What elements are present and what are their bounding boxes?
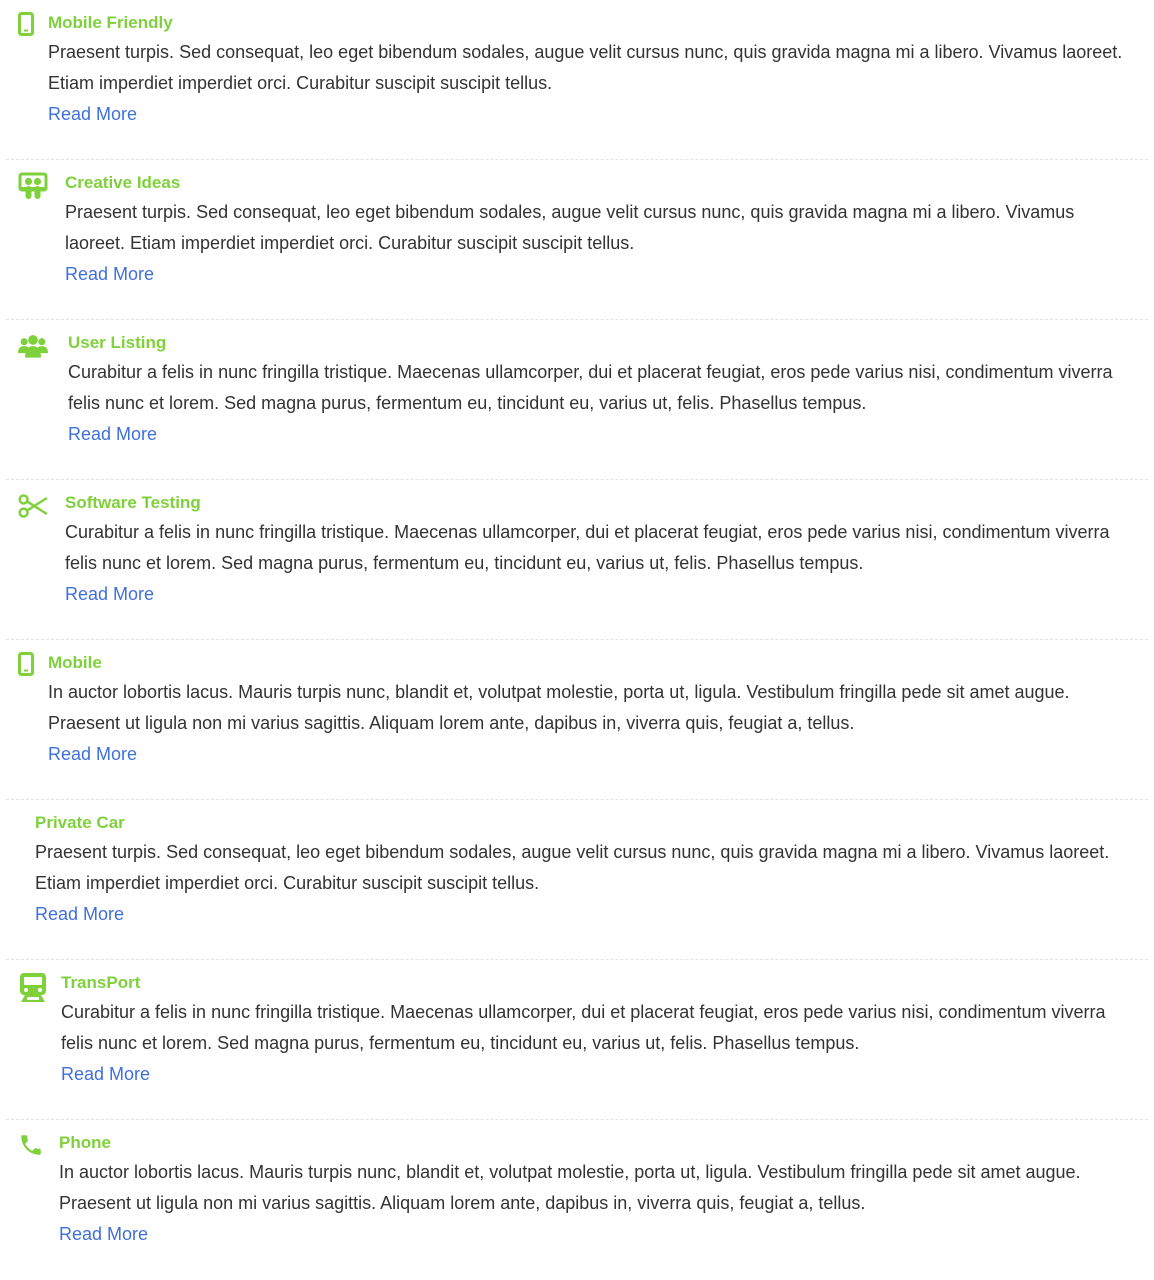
feature-item-phone: Phone In auctor lobortis lacus. Mauris t…: [6, 1120, 1148, 1280]
feature-description: Praesent turpis. Sed consequat, leo eget…: [65, 202, 1075, 253]
feature-item-mobile: Mobile In auctor lobortis lacus. Mauris …: [6, 640, 1148, 800]
feature-title: Creative Ideas: [65, 173, 181, 192]
read-more-link[interactable]: Read More: [59, 1219, 148, 1250]
feature-title: TransPort: [61, 973, 141, 992]
read-more-link[interactable]: Read More: [61, 1059, 150, 1090]
feature-list: Mobile Friendly Praesent turpis. Sed con…: [0, 0, 1154, 1280]
feature-item-transport: TransPort Curabitur a felis in nunc frin…: [6, 960, 1148, 1120]
feature-description: Curabitur a felis in nunc fringilla tris…: [65, 522, 1110, 573]
feature-title: Private Car: [35, 813, 125, 832]
feature-content: Creative Ideas Praesent turpis. Sed cons…: [65, 160, 1128, 290]
read-more-link[interactable]: Read More: [65, 259, 154, 290]
feature-item-software-testing: Software Testing Curabitur a felis in nu…: [6, 480, 1148, 640]
scissors-icon: [18, 492, 48, 522]
read-more-link[interactable]: Read More: [35, 899, 124, 930]
read-more-link[interactable]: Read More: [65, 579, 154, 610]
train-icon: [18, 972, 48, 1002]
feature-description: Curabitur a felis in nunc fringilla tris…: [68, 362, 1113, 413]
feature-item-creative-ideas: Creative Ideas Praesent turpis. Sed cons…: [6, 160, 1148, 320]
feature-description: Curabitur a felis in nunc fringilla tris…: [61, 1002, 1106, 1053]
feature-content: Mobile Friendly Praesent turpis. Sed con…: [48, 0, 1128, 130]
users-icon: [18, 332, 48, 362]
feature-title: Mobile Friendly: [48, 13, 173, 32]
read-more-link[interactable]: Read More: [48, 99, 137, 130]
feature-item-mobile-friendly: Mobile Friendly Praesent turpis. Sed con…: [6, 0, 1148, 160]
feature-description: In auctor lobortis lacus. Mauris turpis …: [48, 682, 1070, 733]
feature-item-user-listing: User Listing Curabitur a felis in nunc f…: [6, 320, 1148, 480]
feature-content: TransPort Curabitur a felis in nunc frin…: [61, 960, 1128, 1090]
feature-title: Software Testing: [65, 493, 201, 512]
mobile-icon: [18, 652, 48, 682]
feature-content: Mobile In auctor lobortis lacus. Mauris …: [48, 640, 1128, 770]
feature-description: Praesent turpis. Sed consequat, leo eget…: [48, 42, 1123, 93]
feature-title: Mobile: [48, 653, 102, 672]
feature-description: Praesent turpis. Sed consequat, leo eget…: [35, 842, 1110, 893]
feature-content: Software Testing Curabitur a felis in nu…: [65, 480, 1128, 610]
mobile-icon: [18, 12, 48, 42]
feature-description: In auctor lobortis lacus. Mauris turpis …: [59, 1162, 1081, 1213]
feature-content: Private Car Praesent turpis. Sed consequ…: [35, 800, 1128, 930]
feature-title: Phone: [59, 1133, 111, 1152]
read-more-link[interactable]: Read More: [48, 739, 137, 770]
feature-title: User Listing: [68, 333, 167, 352]
feature-content: Phone In auctor lobortis lacus. Mauris t…: [59, 1120, 1128, 1250]
feature-content: User Listing Curabitur a felis in nunc f…: [68, 320, 1128, 450]
feature-item-private-car: Private Car Praesent turpis. Sed consequ…: [6, 800, 1148, 960]
slideshare-icon: [18, 172, 48, 202]
read-more-link[interactable]: Read More: [68, 419, 157, 450]
phone-icon: [18, 1132, 48, 1162]
